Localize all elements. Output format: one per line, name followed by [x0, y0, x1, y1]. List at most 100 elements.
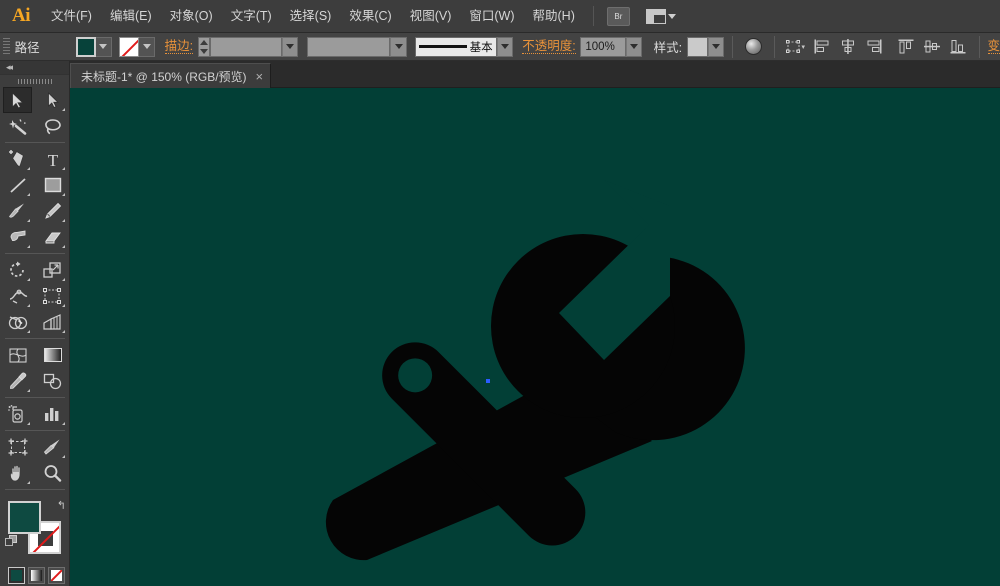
stroke-color-control[interactable] [119, 37, 155, 57]
fill-dropdown-button[interactable] [96, 37, 112, 57]
pencil-tool[interactable] [38, 198, 67, 224]
artboard-canvas[interactable] [70, 88, 1000, 586]
wrench-artwork[interactable] [70, 88, 1000, 586]
color-mode-solid[interactable] [8, 567, 25, 584]
align-center-horizontal-icon[interactable] [838, 37, 858, 57]
control-divider-3 [979, 36, 980, 58]
blend-tool[interactable] [38, 368, 67, 394]
color-mode-bar [0, 563, 69, 584]
scale-tool[interactable] [38, 257, 67, 283]
menu-type[interactable]: 文字(T) [222, 0, 281, 33]
free-transform-tool[interactable] [38, 283, 67, 309]
tool-divider-4 [5, 397, 65, 398]
illustrator-window: Ai 文件(F) 编辑(E) 对象(O) 文字(T) 选择(S) 效果(C) 视… [0, 0, 1000, 586]
transform-label[interactable]: 变 [988, 39, 1000, 54]
stroke-weight-input[interactable] [210, 37, 282, 57]
menu-view[interactable]: 视图(V) [401, 0, 461, 33]
menu-file[interactable]: 文件(F) [42, 0, 101, 33]
tools-panel-header[interactable]: ◂◂ [0, 61, 69, 75]
menu-window[interactable]: 窗口(W) [460, 0, 523, 33]
gradient-tool[interactable] [38, 342, 67, 368]
eraser-tool[interactable] [38, 224, 67, 250]
menu-bar: Ai 文件(F) 编辑(E) 对象(O) 文字(T) 选择(S) 效果(C) 视… [0, 0, 1000, 33]
opacity-label[interactable]: 不透明度: [522, 39, 575, 54]
blob-brush-tool[interactable] [3, 224, 32, 250]
stroke-profile-icon [419, 45, 467, 48]
artboard-tool[interactable] [3, 434, 32, 460]
chevron-down-icon [668, 14, 676, 19]
symbol-sprayer-tool[interactable] [3, 401, 32, 427]
pen-tool[interactable] [3, 146, 32, 172]
default-fill-stroke-icon[interactable] [5, 535, 18, 548]
brush-definition-box[interactable]: 基本 [415, 37, 497, 57]
align-left-icon[interactable] [812, 37, 832, 57]
direct-selection-tool[interactable] [38, 87, 67, 113]
graphic-style-swatch[interactable] [687, 37, 708, 57]
menu-object[interactable]: 对象(O) [161, 0, 222, 33]
selection-tool[interactable] [3, 87, 32, 113]
transform-icon[interactable] [786, 37, 806, 57]
mesh-tool[interactable] [3, 342, 32, 368]
control-bar: 路径 描边: 基本 不透明度: 100% [0, 33, 1000, 61]
brush-definition-dropdown[interactable] [497, 37, 513, 57]
tool-list: T [0, 87, 70, 493]
menu-select[interactable]: 选择(S) [281, 0, 341, 33]
tools-panel-grip[interactable] [0, 75, 69, 87]
menu-effect[interactable]: 效果(C) [340, 0, 400, 33]
align-bottom-icon[interactable] [948, 37, 968, 57]
stroke-dropdown-button[interactable] [139, 37, 155, 57]
lasso-tool[interactable] [38, 113, 67, 139]
line-segment-tool[interactable] [3, 172, 32, 198]
slice-tool[interactable] [38, 434, 67, 460]
stroke-profile-label: 基本 [470, 39, 493, 55]
align-controls [783, 37, 971, 57]
control-divider-2 [774, 36, 775, 58]
stroke-swatch-none[interactable] [119, 37, 139, 57]
hand-tool[interactable] [3, 460, 32, 486]
swap-fill-stroke-icon[interactable]: ↰ [57, 499, 66, 512]
perspective-grid-tool[interactable] [38, 309, 67, 335]
variable-width-profile-input[interactable] [307, 37, 391, 57]
tool-divider-5 [5, 430, 65, 431]
svg-text:T: T [47, 151, 58, 168]
stroke-weight-dropdown[interactable] [282, 37, 298, 57]
document-tab-title: 未标题-1* @ 150% (RGB/预览) [81, 68, 247, 85]
fill-swatch[interactable] [76, 37, 96, 57]
workspace-switcher[interactable] [646, 9, 676, 24]
menu-help[interactable]: 帮助(H) [524, 0, 584, 33]
fill-color-box[interactable] [8, 501, 41, 534]
fill-color-control[interactable] [76, 37, 112, 57]
recolor-artwork-icon[interactable] [744, 37, 763, 57]
shape-builder-tool[interactable] [3, 309, 32, 335]
type-tool[interactable]: T [38, 146, 67, 172]
align-right-icon[interactable] [864, 37, 884, 57]
column-graph-tool[interactable] [38, 401, 67, 427]
opacity-input[interactable]: 100% [580, 37, 626, 57]
magic-wand-tool[interactable] [3, 113, 32, 139]
stroke-weight-label[interactable]: 描边: [165, 39, 193, 54]
width-tool[interactable] [3, 283, 32, 309]
paintbrush-tool[interactable] [3, 198, 32, 224]
variable-width-dropdown[interactable] [390, 37, 406, 57]
collapse-panel-icon[interactable]: ◂◂ [6, 62, 11, 73]
eyedropper-tool[interactable] [3, 368, 32, 394]
app-logo-icon: Ai [0, 0, 42, 33]
tool-divider-3 [5, 338, 65, 339]
rectangle-tool[interactable] [38, 172, 67, 198]
control-bar-grip[interactable] [3, 38, 10, 56]
align-top-icon[interactable] [896, 37, 916, 57]
menu-edit[interactable]: 编辑(E) [101, 0, 161, 33]
zoom-tool[interactable] [38, 460, 67, 486]
tool-divider-6 [5, 489, 65, 490]
document-tab[interactable]: 未标题-1* @ 150% (RGB/预览) × [70, 63, 271, 88]
close-icon[interactable]: × [256, 70, 264, 83]
tools-panel: ◂◂ [0, 61, 70, 586]
align-center-vertical-icon[interactable] [922, 37, 942, 57]
stroke-weight-stepper[interactable] [198, 37, 210, 57]
rotate-tool[interactable] [3, 257, 32, 283]
graphic-style-dropdown[interactable] [708, 37, 724, 57]
color-mode-none[interactable] [48, 567, 65, 584]
color-mode-gradient[interactable] [28, 567, 45, 584]
bridge-icon[interactable]: Br [607, 7, 630, 26]
opacity-dropdown[interactable] [626, 37, 642, 57]
